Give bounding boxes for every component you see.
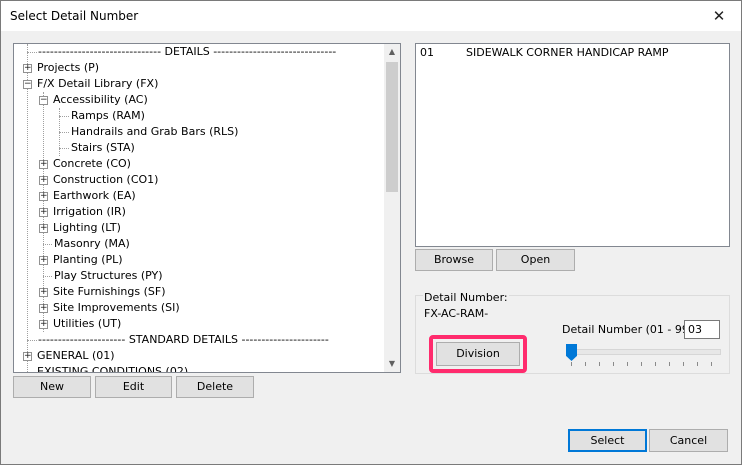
detail-code: FX-AC-RAM- <box>424 307 489 320</box>
window-title: Select Detail Number <box>10 9 139 23</box>
expand-plus-icon[interactable]: + <box>39 320 48 329</box>
tree-connector <box>59 148 69 149</box>
list-item-name[interactable]: SIDEWALK CORNER HANDICAP RAMP <box>466 46 669 59</box>
collapse-minus-icon[interactable]: − <box>23 80 32 89</box>
select-button[interactable]: Select <box>568 429 647 452</box>
tree-item-projects[interactable]: Projects (P) <box>37 60 99 76</box>
title-bar: Select Detail Number ✕ <box>1 1 741 31</box>
expand-plus-icon[interactable]: + <box>39 192 48 201</box>
collapse-minus-icon[interactable]: − <box>39 96 48 105</box>
tree-item-stairs[interactable]: Stairs (STA) <box>71 140 135 156</box>
expand-plus-icon[interactable]: + <box>39 224 48 233</box>
tree-item-ramps[interactable]: Ramps (RAM) <box>71 108 145 124</box>
expand-plus-icon[interactable]: + <box>23 352 32 361</box>
tree-item-site-improvements[interactable]: Site Improvements (SI) <box>53 300 180 316</box>
tree-connector <box>27 52 37 53</box>
tree-item-play-structures[interactable]: Play Structures (PY) <box>54 268 163 284</box>
tree-item-existing-conditions[interactable]: EXISTING CONDITIONS (02) <box>37 364 188 372</box>
expand-plus-icon[interactable]: + <box>39 288 48 297</box>
tree-scrollbar[interactable]: ▲ ▼ <box>384 44 400 372</box>
expand-plus-icon[interactable]: + <box>23 64 32 73</box>
tree-item-concrete[interactable]: Concrete (CO) <box>53 156 131 172</box>
scroll-up-arrow-icon[interactable]: ▲ <box>384 44 400 60</box>
scroll-down-arrow-icon[interactable]: ▼ <box>384 356 400 372</box>
scroll-thumb[interactable] <box>386 62 398 192</box>
tree-item-masonry[interactable]: Masonry (MA) <box>54 236 130 252</box>
tree-item-handrails[interactable]: Handrails and Grab Bars (RLS) <box>71 124 238 140</box>
tree-item-construction[interactable]: Construction (CO1) <box>53 172 158 188</box>
tree-item-standard-details-header[interactable]: ---------------------- STANDARD DETAILS … <box>38 332 329 348</box>
expand-plus-icon[interactable]: + <box>39 304 48 313</box>
detail-tree[interactable]: ------------------------------- DETAILS … <box>13 43 401 373</box>
tree-item-site-furnishings[interactable]: Site Furnishings (SF) <box>53 284 166 300</box>
highlight-box <box>429 335 527 373</box>
expand-plus-icon[interactable]: + <box>39 160 48 169</box>
tree-connector <box>43 244 52 245</box>
tree-connector <box>27 44 28 372</box>
detail-number-slider-track[interactable] <box>566 349 721 355</box>
expand-plus-icon[interactable]: + <box>39 208 48 217</box>
tree-connector <box>27 340 37 341</box>
tree-item-irrigation[interactable]: Irrigation (IR) <box>53 204 126 220</box>
tree-item-earthwork[interactable]: Earthwork (EA) <box>53 188 136 204</box>
cancel-button[interactable]: Cancel <box>649 429 728 452</box>
list-item-number[interactable]: 01 <box>420 46 434 59</box>
detail-range-label: Detail Number (01 - 99): <box>562 323 697 336</box>
tree-connector <box>59 132 69 133</box>
tree-item-fx-detail-library[interactable]: F/X Detail Library (FX) <box>37 76 158 92</box>
tree-item-details-header[interactable]: ------------------------------- DETAILS … <box>38 44 336 60</box>
close-icon[interactable]: ✕ <box>705 4 733 28</box>
tree-connector <box>43 276 52 277</box>
delete-button[interactable]: Delete <box>176 376 254 398</box>
detail-number-group-label: Detail Number: <box>423 291 509 304</box>
new-button[interactable]: New <box>13 376 91 398</box>
tree-item-planting[interactable]: Planting (PL) <box>53 252 123 268</box>
expand-plus-icon[interactable]: + <box>39 176 48 185</box>
detail-number-input[interactable]: 03 <box>684 320 720 339</box>
expand-plus-icon[interactable]: + <box>39 256 48 265</box>
open-button[interactable]: Open <box>496 249 575 271</box>
edit-button[interactable]: Edit <box>95 376 172 398</box>
tree-item-accessibility[interactable]: Accessibility (AC) <box>53 92 148 108</box>
tree-item-utilities[interactable]: Utilities (UT) <box>53 316 121 332</box>
tree-item-general[interactable]: GENERAL (01) <box>37 348 115 364</box>
tree-connector <box>59 116 69 117</box>
tree-item-lighting[interactable]: Lighting (LT) <box>53 220 121 236</box>
browse-button[interactable]: Browse <box>415 249 493 271</box>
detail-list[interactable]: 01 SIDEWALK CORNER HANDICAP RAMP <box>415 43 730 247</box>
